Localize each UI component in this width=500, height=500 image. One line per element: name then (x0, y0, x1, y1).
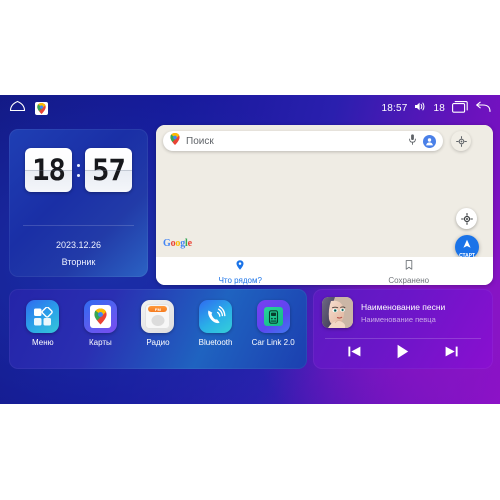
app-radio-label: Радио (146, 338, 170, 347)
app-dock: Меню Карты FM Радио Bluetooth Car Link 2… (9, 289, 307, 369)
skip-next-icon[interactable] (444, 344, 459, 359)
back-arrow-icon[interactable] (475, 101, 491, 116)
head-unit-screen: 18:57 18 18 57 2023.12.26 Вторник Поиск … (0, 95, 500, 404)
search-placeholder: Поиск (186, 135, 214, 147)
app-maps[interactable]: Карты (73, 300, 127, 347)
volume-level: 18 (433, 102, 445, 114)
clock-date: 2023.12.26 (55, 240, 102, 250)
app-menu-label: Меню (31, 338, 54, 347)
app-car-link[interactable]: Car Link 2.0 (246, 300, 300, 347)
app-bluetooth-label: Bluetooth (198, 338, 233, 347)
music-divider (325, 338, 481, 339)
microphone-icon[interactable] (409, 132, 416, 150)
clock-divider (23, 225, 134, 226)
map-canvas[interactable]: Поиск СТАРТ Google (156, 125, 493, 259)
radio-grille (151, 315, 165, 326)
tab-saved[interactable]: Сохранено (325, 257, 494, 285)
tab-nearby-label: Что рядом? (218, 276, 262, 285)
google-maps-icon (83, 300, 117, 333)
maps-pin-icon (170, 132, 180, 150)
clock-hours-card: 18 (25, 148, 72, 192)
flip-clock: 18 57 (9, 129, 148, 192)
clock-weekday: Вторник (61, 257, 96, 267)
bookmark-icon (405, 257, 413, 275)
clock-minutes-card: 57 (85, 148, 132, 192)
navigation-arrow-icon (462, 236, 472, 254)
bluetooth-phone-icon (199, 300, 233, 333)
volume-icon[interactable] (414, 101, 426, 115)
song-artist: Наименование певца (361, 314, 436, 324)
map-bottom-tabs: Что рядом? Сохранено (156, 257, 493, 285)
google-maps-app-icon[interactable] (35, 101, 48, 115)
clock-minutes: 57 (92, 152, 126, 187)
start-navigation-button[interactable]: СТАРТ (455, 235, 479, 259)
album-art (322, 297, 353, 328)
fm-radio-icon: FM (141, 300, 175, 333)
clock-widget[interactable]: 18 57 2023.12.26 Вторник (9, 129, 148, 277)
app-menu[interactable]: Меню (16, 300, 70, 347)
skip-previous-icon[interactable] (347, 344, 362, 359)
home-icon[interactable] (9, 99, 26, 117)
status-time: 18:57 (381, 102, 408, 114)
recent-apps-icon[interactable] (452, 100, 468, 116)
fm-badge: FM (148, 306, 168, 312)
app-radio[interactable]: FM Радио (131, 300, 185, 347)
location-pin-icon (236, 257, 244, 275)
clock-hours: 18 (32, 152, 66, 187)
car-link-icon (256, 300, 290, 333)
maps-widget[interactable]: Поиск СТАРТ Google Что рядом? Сохранено (156, 125, 493, 285)
music-player-widget[interactable]: Наименование песни Наименование певца (313, 289, 493, 369)
search-input[interactable]: Поиск (163, 131, 443, 151)
google-watermark: Google (163, 238, 192, 249)
app-car-link-label: Car Link 2.0 (251, 338, 295, 347)
account-avatar-icon[interactable] (423, 134, 436, 148)
tab-nearby[interactable]: Что рядом? (156, 257, 325, 285)
play-icon[interactable] (394, 343, 411, 360)
tab-saved-label: Сохранено (388, 276, 430, 285)
my-location-icon[interactable] (456, 208, 477, 229)
status-bar: 18:57 18 (0, 95, 500, 121)
clock-colon (75, 163, 82, 177)
map-layers-icon[interactable] (451, 131, 471, 151)
song-title: Наименование песни (361, 301, 446, 312)
app-bluetooth[interactable]: Bluetooth (189, 300, 243, 347)
apps-grid-icon (26, 300, 60, 333)
app-maps-label: Карты (88, 338, 112, 347)
